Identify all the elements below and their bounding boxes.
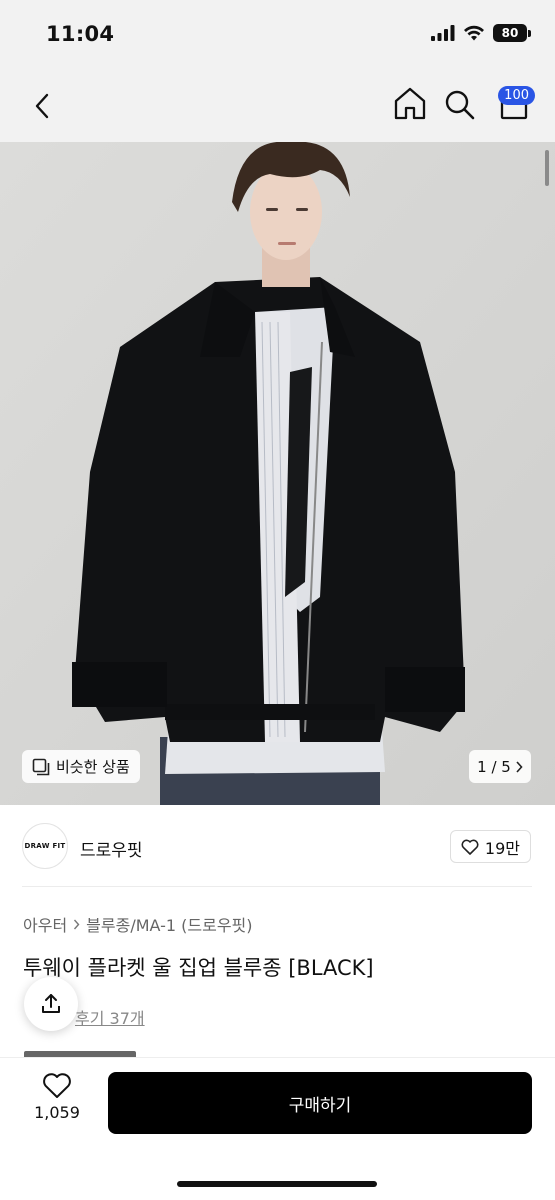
wishlist-count: 1,059 [34, 1103, 80, 1122]
page-counter-text: 1 / 5 [477, 757, 511, 776]
wishlist-button[interactable]: 1,059 [24, 1072, 90, 1136]
similar-products-label: 비슷한 상품 [56, 758, 130, 776]
image-page-counter[interactable]: 1 / 5 [469, 750, 531, 783]
wifi-icon [464, 25, 484, 41]
review-link[interactable]: 후기 37개 [75, 1005, 145, 1029]
product-title: 투웨이 플라켓 울 집업 블루종 [BLACK] [23, 956, 374, 980]
status-icons: 80 [431, 24, 531, 42]
home-indicator [177, 1181, 377, 1187]
heart-icon [461, 839, 479, 855]
status-bar: 11:04 80 [0, 0, 555, 70]
similar-products-button[interactable]: 비슷한 상품 [22, 750, 140, 783]
back-button[interactable] [26, 88, 58, 124]
share-button[interactable] [24, 977, 78, 1031]
product-photo-illustration [0, 142, 555, 805]
signal-icon [431, 25, 455, 41]
brand-logo-text: DRAW FIT [24, 842, 66, 850]
share-icon [42, 994, 60, 1013]
similar-items-icon [32, 758, 50, 775]
chevron-right-icon [516, 760, 523, 773]
breadcrumb: 아우터 블루종/MA-1 (드로우핏) [23, 912, 253, 936]
chevron-right-icon [74, 919, 80, 929]
divider [22, 886, 532, 887]
home-button[interactable] [393, 86, 427, 122]
breadcrumb-level1[interactable]: 아우터 [23, 912, 67, 936]
status-time: 11:04 [46, 22, 115, 46]
breadcrumb-level2[interactable]: 블루종/MA-1 (드로우핏) [86, 912, 252, 936]
scroll-indicator[interactable] [545, 150, 549, 186]
brand-logo[interactable]: DRAW FIT [22, 823, 68, 869]
cart-badge: 100 [498, 86, 535, 105]
home-icon [394, 87, 426, 120]
battery-icon: 80 [493, 24, 531, 42]
heart-icon [43, 1073, 71, 1098]
nav-bar [0, 70, 555, 142]
search-button[interactable] [443, 86, 477, 122]
search-icon [445, 90, 475, 120]
chevron-left-icon [35, 93, 49, 119]
buy-button[interactable]: 구매하기 [108, 1072, 532, 1134]
product-image[interactable] [0, 142, 555, 805]
brand-like-button[interactable]: 19만 [449, 830, 531, 863]
brand-like-count: 19만 [484, 838, 520, 858]
brand-name[interactable]: 드로우핏 [80, 836, 143, 861]
